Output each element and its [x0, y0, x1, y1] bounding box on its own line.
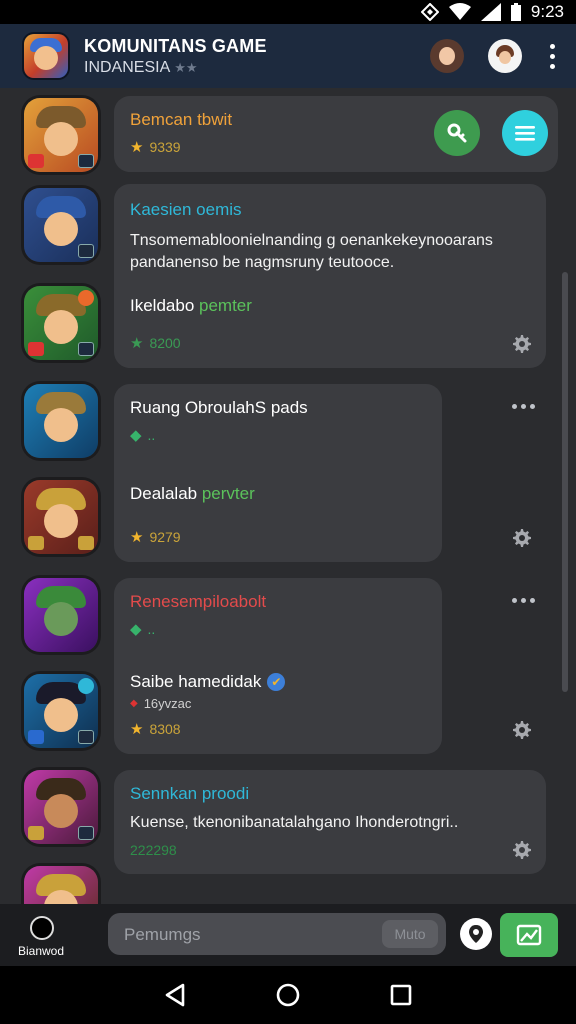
- scrollbar[interactable]: [562, 272, 568, 692]
- gear-icon[interactable]: [512, 334, 532, 354]
- rating-value: 9279: [149, 529, 181, 545]
- game-avatar-7[interactable]: [24, 674, 98, 748]
- member-avatar-1[interactable]: [430, 39, 464, 73]
- note-icon: ◆: [130, 698, 138, 709]
- user-avatar[interactable]: Bianwod: [18, 910, 65, 960]
- back-icon[interactable]: [164, 983, 186, 1007]
- card-note: ◆ 16yvzac: [130, 696, 191, 711]
- verified-icon: ✔: [267, 673, 286, 691]
- card-subtitle-main: Dealalab: [130, 484, 198, 503]
- message-feed[interactable]: Bemcan tbwit ★ 9339 Kaesien oemis Tnsome…: [0, 88, 576, 904]
- gear-icon[interactable]: [512, 528, 532, 548]
- composer-bar: Bianwod Pemumgs Muto: [0, 904, 576, 966]
- rating-value: 8200: [149, 335, 181, 351]
- app-bar: KOMUNITANS GAME INDANESIA ★★: [0, 24, 576, 88]
- star-icon: ★: [130, 529, 144, 546]
- gem-icon: ◆: [130, 621, 142, 638]
- card-title: Ruang ObroulahS pads: [130, 398, 308, 417]
- image-send-icon: [516, 924, 542, 946]
- card-rating: ★ 8308: [130, 720, 181, 738]
- more-options-icon[interactable]: [512, 404, 535, 409]
- star-icon: ★: [130, 335, 144, 352]
- card-subtitle: Ikeldabo pemter: [130, 296, 252, 316]
- game-avatar-6[interactable]: [24, 578, 98, 652]
- gem-icon: ◆: [130, 427, 142, 444]
- key-icon: [447, 123, 467, 143]
- wifi-icon: [448, 3, 471, 21]
- battery-icon: [510, 3, 521, 21]
- card-subtitle-main: Saibe hamedidak: [130, 672, 262, 691]
- gear-icon[interactable]: [512, 840, 532, 860]
- rating-value: 222298: [130, 842, 177, 858]
- more-options-icon[interactable]: [512, 598, 535, 603]
- card-gem-row: ◆ ..: [130, 620, 155, 638]
- send-button[interactable]: [500, 913, 558, 957]
- game-avatar-2[interactable]: [24, 188, 98, 262]
- member-avatar-2[interactable]: [488, 39, 522, 73]
- app-title: KOMUNITANS GAME: [84, 35, 267, 56]
- card-rating: 222298: [130, 842, 177, 858]
- message-card-5[interactable]: Sennkan proodi Kuense, tkenonibanatalahg…: [114, 770, 546, 874]
- rating-value: 8308: [149, 721, 181, 737]
- status-bar: 9:23: [0, 0, 576, 24]
- card-title: Bemcan tbwit: [130, 110, 233, 129]
- menu-button[interactable]: [502, 110, 548, 156]
- gear-icon[interactable]: [512, 720, 532, 740]
- app-subtitle: INDANESIA ★★: [84, 59, 406, 77]
- card-title: Kaesien oemis: [130, 200, 242, 219]
- recents-icon[interactable]: [390, 984, 412, 1006]
- card-subtitle-tail: pemter: [199, 296, 252, 315]
- note-value: 16yvzac: [143, 696, 192, 711]
- rating-value: 9339: [149, 139, 181, 155]
- app-subtitle-text: INDANESIA: [84, 58, 171, 76]
- overflow-menu-icon[interactable]: [540, 43, 564, 69]
- message-input[interactable]: Pemumgs Muto: [108, 913, 446, 955]
- card-title: Renesempiloabolt: [130, 592, 267, 611]
- message-card-4[interactable]: Renesempiloabolt ◆ .. Saibe hamedidak ✔ …: [114, 578, 442, 754]
- subtitle-stars-icon: ★★: [174, 59, 198, 75]
- message-placeholder: Pemumgs: [124, 925, 201, 944]
- game-avatar-4[interactable]: [24, 384, 98, 458]
- card-title: Sennkan proodi: [130, 784, 250, 803]
- clock: 9:23: [530, 2, 564, 21]
- card-rating: ★ 8200: [130, 334, 181, 352]
- hamburger-icon: [515, 126, 535, 141]
- card-subtitle: Dealalab pervter: [130, 484, 255, 504]
- message-card-1[interactable]: Bemcan tbwit ★ 9339: [114, 96, 558, 172]
- game-avatar-1[interactable]: [24, 98, 98, 172]
- star-icon: ★: [130, 139, 144, 156]
- mute-button[interactable]: Muto: [382, 920, 438, 948]
- game-avatar-9[interactable]: [24, 866, 98, 904]
- gem-mark: ..: [147, 621, 156, 637]
- message-card-2[interactable]: Kaesien oemis Tnsomemabloonielnanding g …: [114, 184, 546, 368]
- card-rating: ★ 9279: [130, 528, 181, 546]
- search-button[interactable]: [434, 110, 480, 156]
- card-subtitle-tail: pervter: [201, 484, 255, 503]
- game-avatar-5[interactable]: [24, 480, 98, 554]
- data-saver-icon: [420, 3, 439, 21]
- user-label: Bianwod: [18, 944, 65, 958]
- card-subtitle: Saibe hamedidak ✔: [130, 672, 286, 692]
- app-titles: KOMUNITANS GAME INDANESIA ★★: [84, 36, 406, 77]
- game-avatar-3[interactable]: [24, 286, 98, 360]
- app-logo[interactable]: [24, 34, 68, 78]
- signal-icon: [480, 3, 501, 21]
- game-avatar-8[interactable]: [24, 770, 98, 844]
- card-subtitle-main: Ikeldabo: [130, 296, 195, 315]
- location-pin-icon[interactable]: [460, 918, 492, 950]
- home-icon[interactable]: [275, 982, 301, 1008]
- card-body: Kuense, tkenonibanatalahgano Ihonderotng…: [130, 814, 459, 831]
- message-card-3[interactable]: Ruang ObroulahS pads ◆ .. Dealalab pervt…: [114, 384, 442, 562]
- card-gem-row: ◆ ..: [130, 426, 155, 444]
- gem-mark: ..: [147, 427, 156, 443]
- system-nav-bar: [0, 966, 576, 1024]
- card-rating: ★ 9339: [130, 138, 181, 156]
- star-icon: ★: [130, 721, 144, 738]
- card-body: Tnsomemabloonielnanding g oenankekeynooa…: [130, 232, 493, 271]
